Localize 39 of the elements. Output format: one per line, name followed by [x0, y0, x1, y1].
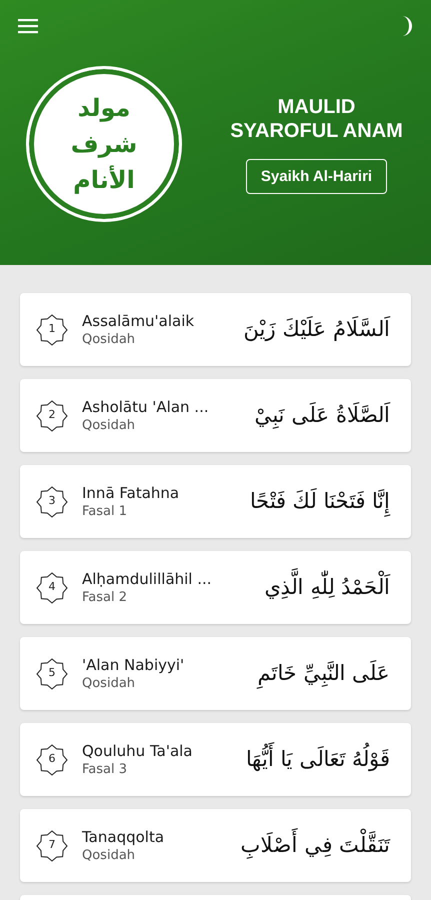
chapter-title: 'Alan Nabiyyi'	[82, 656, 186, 674]
arabic-title: اَلصَّلَاةُ عَلَى نَبِيْ	[254, 401, 392, 431]
star-badge-icon	[36, 744, 68, 776]
logo-calligraphy: مولد شرف الأنام	[70, 93, 138, 196]
chapter-subtitle: Qosidah	[82, 418, 136, 433]
arabic-title: قَوْلُهُ تَعَالَى يَا أَيُّهَا	[240, 740, 395, 780]
chapter-number: 3	[48, 494, 56, 506]
chapter-title: Assalāmu'alaik	[82, 312, 196, 330]
chapter-subtitle: Fasal 2	[82, 590, 128, 605]
chapter-number: 4	[48, 580, 56, 592]
chapter-subtitle: Qosidah	[82, 332, 136, 347]
chapter-title: Innā Fatahna	[82, 484, 180, 502]
chapter-title: Qouluhu Ta'ala	[82, 742, 194, 760]
chapter-number: 1	[48, 322, 56, 334]
chapter-title: Alḥamdulillāhil ...	[82, 570, 213, 588]
star-badge-icon	[36, 572, 68, 604]
star-badge-icon	[36, 314, 68, 346]
star-badge-icon	[36, 830, 68, 862]
arabic-title: تَنَقَّلْتَ فِي أَصْلَابِ	[236, 826, 395, 866]
menu-icon[interactable]	[18, 18, 38, 34]
author-button[interactable]: Syaikh Al-Hariri	[246, 158, 388, 194]
chapter-number: 7	[48, 838, 56, 850]
star-badge-icon	[36, 400, 68, 432]
chapter-number: 5	[48, 666, 56, 678]
chapter-subtitle: Fasal 3	[82, 762, 128, 777]
arabic-title: عَلَى النَّبِيِّ خَاتَمِ	[252, 654, 395, 694]
chapter-subtitle: Qosidah	[82, 848, 136, 863]
arabic-title: إِنَّا فَتَحْنَا لَكَ فَتْحًا	[244, 482, 395, 522]
chapter-subtitle: Qosidah	[82, 676, 136, 691]
app-title: MAULID SYAROFUL ANAM	[229, 94, 404, 142]
arabic-title: اَلْحَمْدُ لِلّٰهِ الَّذِي	[260, 568, 395, 608]
chapter-number: 2	[48, 408, 56, 420]
chapter-title: Tanaqqolta	[82, 828, 166, 846]
chapter-number: 6	[48, 752, 56, 764]
star-badge-icon	[36, 658, 68, 690]
chapter-title: Asholātu 'Alan ...	[82, 398, 210, 416]
arabic-title: اَلسَّلَامُ عَلَيْكَ زَيْنَ	[242, 315, 392, 344]
chapter-subtitle: Fasal 1	[82, 504, 128, 519]
star-badge-icon	[36, 486, 68, 518]
